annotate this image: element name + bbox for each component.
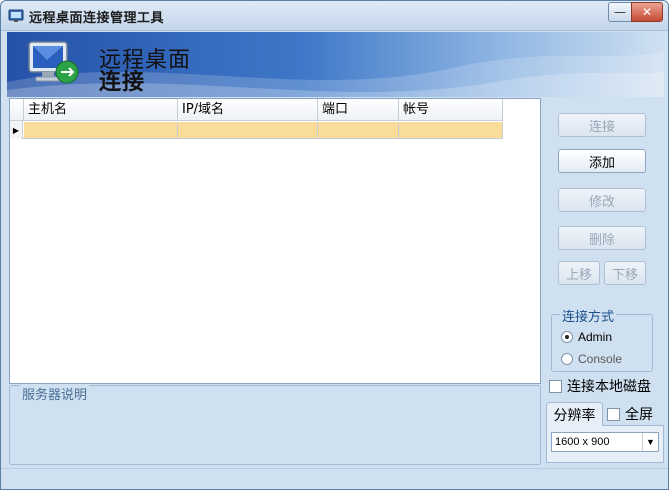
add-button[interactable]: 添加 [558,149,646,173]
radio-console-label: Console [578,352,623,366]
dropdown-arrow-icon[interactable]: ▼ [642,433,658,451]
server-description-panel[interactable]: 服务器说明 [9,384,541,465]
close-button[interactable]: ✕ [631,2,663,22]
table-row[interactable]: ▶ [10,121,503,139]
banner-title-line2: 连接 [99,70,146,95]
local-disk-label: 连接本地磁盘 [567,379,651,395]
row-indicator-icon: ▶ [10,121,23,139]
radio-console-indicator[interactable] [561,353,573,365]
move-down-button[interactable]: 下移 [604,261,646,285]
local-disk-checkbox[interactable]: 连接本地磁盘 [549,378,651,395]
row-indicator-header [10,99,24,121]
radio-admin-label: Admin [578,330,613,344]
status-bar [1,468,668,489]
fullscreen-checkbox[interactable]: 全屏 [607,406,653,423]
server-description-label: 服务器说明 [20,384,90,403]
connect-button[interactable]: 连接 [558,113,646,137]
local-disk-checkbox-box[interactable] [549,379,562,393]
edit-button[interactable]: 修改 [558,188,646,212]
move-up-button[interactable]: 上移 [558,261,600,285]
delete-button[interactable]: 删除 [558,226,646,250]
connection-mode-group: 连接方式 Admin Console [551,306,653,372]
column-header-account[interactable]: 帐号 [399,99,503,121]
column-header-hostname[interactable]: 主机名 [24,99,178,121]
resolution-value: 1600 x 900 [555,436,610,448]
table-header: 主机名 IP/域名 端口 帐号 [10,99,503,121]
column-header-ip[interactable]: IP/域名 [178,99,318,121]
fullscreen-label: 全屏 [625,407,653,423]
window-title: 远程桌面连接管理工具 [29,11,165,26]
cell-ip[interactable] [178,122,318,138]
header-banner: 远程桌面 连接 [7,32,664,97]
column-header-port[interactable]: 端口 [318,99,399,121]
cell-account[interactable] [399,122,503,138]
monitor-network-icon [28,41,79,84]
title-bar[interactable]: 远程桌面连接管理工具 — ✕ [1,1,668,31]
fullscreen-checkbox-box[interactable] [607,407,620,421]
cell-hostname[interactable] [24,122,178,138]
radio-console[interactable]: Console [561,351,622,367]
server-table[interactable]: 主机名 IP/域名 端口 帐号 ▶ [9,98,541,384]
resolution-select[interactable]: 1600 x 900 ▼ [551,432,659,452]
cell-port[interactable] [318,122,399,138]
minimize-button[interactable]: — [608,2,632,22]
tab-resolution[interactable]: 分辨率 [546,402,603,426]
radio-admin[interactable]: Admin [561,329,612,345]
app-icon [8,9,24,22]
app-window: 远程桌面连接管理工具 — ✕ 远程桌面 连接 主机名 IP/域名 端口 帐号 ▶… [0,0,669,490]
connection-mode-label: 连接方式 [560,306,617,325]
radio-admin-indicator[interactable] [561,331,573,343]
